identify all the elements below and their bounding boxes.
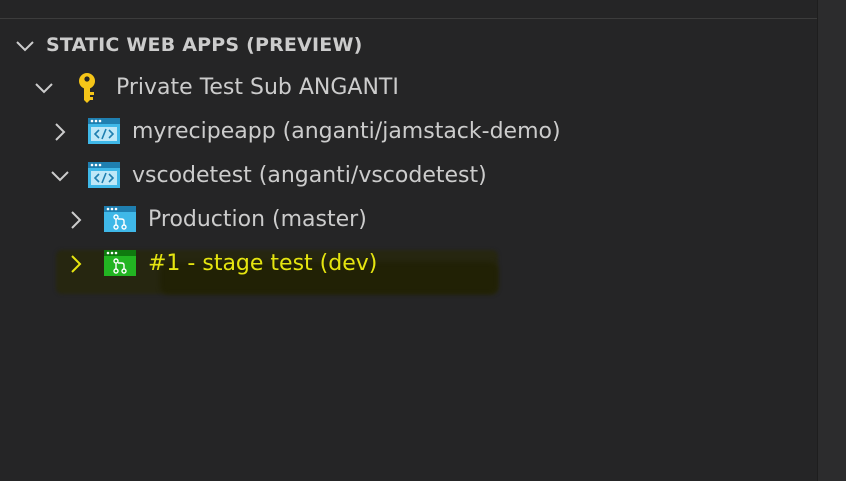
sidebar-top-divider [0,0,818,19]
key-icon [76,72,98,108]
tree-item-environment-selected[interactable]: #1 - stage test (dev) [0,242,818,286]
app-label: myrecipeapp (anganti/jamstack-demo) [132,119,561,144]
chevron-right-icon[interactable] [49,121,71,143]
tree-item-subscription[interactable]: Private Test Sub ANGANTI [0,66,818,110]
section-title: STATIC WEB APPS (PREVIEW) [46,34,363,56]
chevron-right-icon[interactable] [65,253,87,275]
subscription-label: Private Test Sub ANGANTI [116,75,399,100]
environment-label: Production (master) [148,207,367,232]
environment-branch-icon [104,250,136,280]
chevron-down-icon[interactable] [33,77,55,99]
sidebar-scrollbar[interactable] [817,0,846,481]
tree-item-app[interactable]: myrecipeapp (anganti/jamstack-demo) [0,110,818,154]
chevron-right-icon[interactable] [65,209,87,231]
static-web-apps-sidebar: STATIC WEB APPS (PREVIEW) Private Test S… [0,0,846,481]
environment-branch-icon [104,206,136,236]
tree-item-environment[interactable]: Production (master) [0,198,818,242]
chevron-down-icon[interactable] [49,165,71,187]
tree-item-app[interactable]: vscodetest (anganti/vscodetest) [0,154,818,198]
web-app-icon [88,118,120,148]
chevron-down-icon[interactable] [14,35,36,57]
web-app-icon [88,162,120,192]
environment-label: #1 - stage test (dev) [148,251,378,276]
app-label: vscodetest (anganti/vscodetest) [132,163,487,188]
